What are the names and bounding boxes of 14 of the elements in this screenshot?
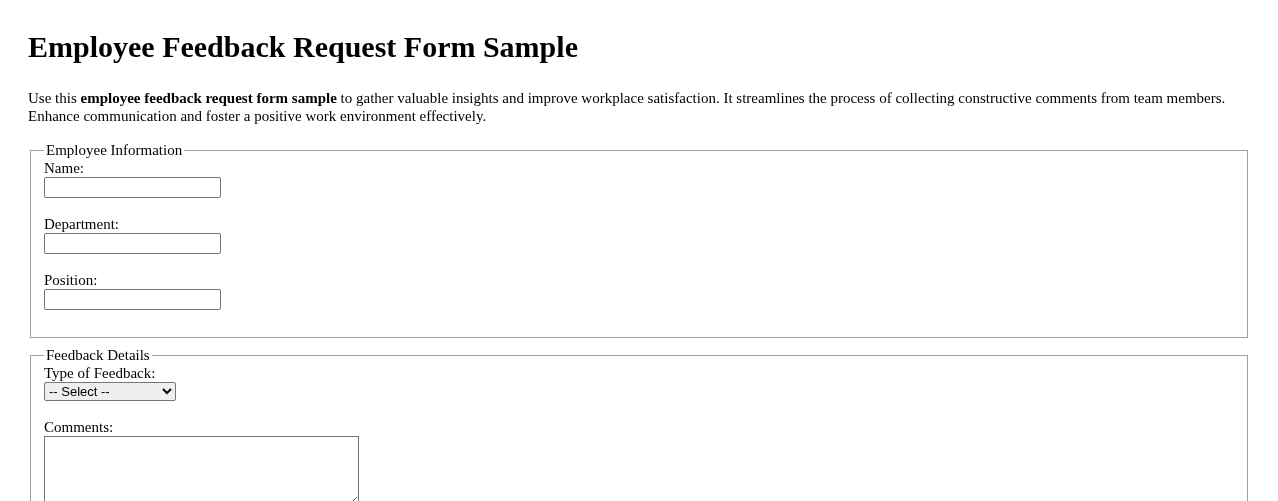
intro-paragraph: Use this employee feedback request form sample to gather valuable insights and improve workplace satisfaction. It streamlines the process of collecting constructive comments from team members. Enhance communication and foster a positive work environment effectively. <box>28 89 1227 125</box>
field-label: Comments: <box>44 418 115 436</box>
section-legend: Employee Information <box>44 141 185 159</box>
input-field[interactable] <box>44 233 221 254</box>
field-label: Department: <box>44 215 120 233</box>
comments-field[interactable] <box>44 436 359 501</box>
page-title: Employee Feedback Request Form Sample <box>28 30 579 63</box>
input-field[interactable] <box>44 289 221 310</box>
section-legend: Feedback Details <box>44 346 152 364</box>
input-field[interactable] <box>44 177 221 198</box>
field-label: Type of Feedback: <box>44 364 157 382</box>
field-label: Position: <box>44 271 99 289</box>
dropdown[interactable]: -- Select -- <box>44 382 176 401</box>
field-label: Name: <box>44 159 85 177</box>
